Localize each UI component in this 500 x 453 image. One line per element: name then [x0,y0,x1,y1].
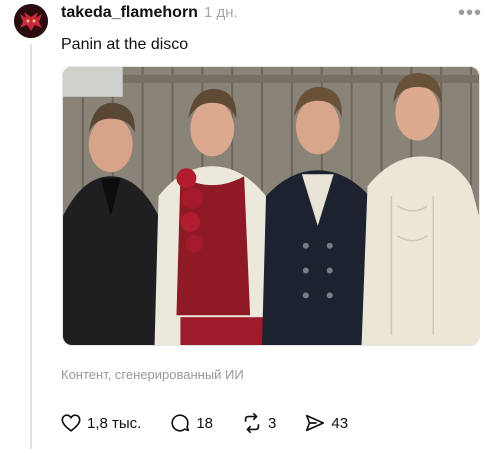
send-icon [306,414,325,432]
post-image[interactable] [62,66,480,346]
comment-button[interactable]: 18 [169,412,213,434]
like-button[interactable]: 1,8 тыс. [60,412,141,434]
share-button[interactable]: 43 [304,412,348,434]
heart-icon [61,414,81,432]
ai-content-label[interactable]: Контент, сгенерированный ИИ [61,367,244,382]
post-actions: 1,8 тыс. 18 3 43 [60,412,376,434]
thread-line [30,44,32,449]
avatar-dragon-icon [14,4,48,38]
comment-icon [171,414,190,432]
more-options-icon[interactable]: ••• [458,2,482,25]
post-text: Panin at the disco [61,36,189,53]
comments-count: 18 [196,414,214,432]
repost-button[interactable]: 3 [241,412,276,434]
username[interactable]: takeda_flamehorn [61,4,198,22]
likes-count: 1,8 тыс. [87,414,142,432]
reposts-count: 3 [268,414,277,432]
post-photo [63,67,479,345]
repost-icon [244,413,260,433]
post-time[interactable]: 1 дн. [204,4,238,21]
post-header: takeda_flamehorn 1 дн. [61,4,238,26]
shares-count: 43 [331,414,349,432]
avatar[interactable] [14,4,48,38]
